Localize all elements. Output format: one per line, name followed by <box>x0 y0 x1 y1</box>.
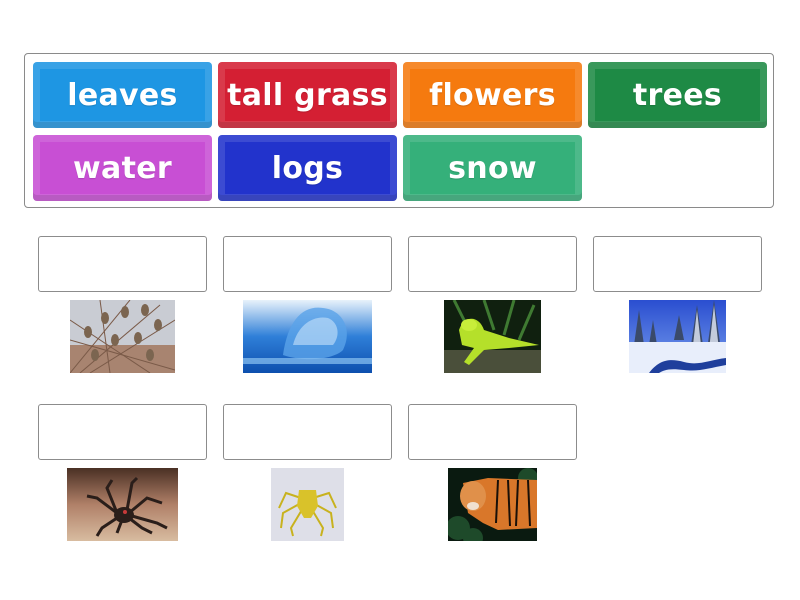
drop-slot-3[interactable] <box>408 236 577 292</box>
drop-slot-6[interactable] <box>223 404 392 460</box>
image-water-splash <box>243 300 372 373</box>
drop-slot-7[interactable] <box>408 404 577 460</box>
tile-flowers[interactable]: flowers <box>403 62 582 128</box>
drop-slot-4[interactable] <box>593 236 762 292</box>
tile-snow[interactable]: snow <box>403 135 582 201</box>
drop-slot-2[interactable] <box>223 236 392 292</box>
drop-slot-5[interactable] <box>38 404 207 460</box>
tile-water[interactable]: water <box>33 135 212 201</box>
tile-tall-grass[interactable]: tall grass <box>218 62 397 128</box>
drop-slot-1[interactable] <box>38 236 207 292</box>
image-sparrows <box>70 300 175 373</box>
image-tiger <box>448 468 537 541</box>
image-yellow-spider <box>271 468 344 541</box>
tile-logs[interactable]: logs <box>218 135 397 201</box>
image-snowy-forest <box>629 300 726 373</box>
image-tarantula <box>67 468 178 541</box>
tile-trees[interactable]: trees <box>588 62 767 128</box>
image-lizard <box>444 300 541 373</box>
tile-leaves[interactable]: leaves <box>33 62 212 128</box>
